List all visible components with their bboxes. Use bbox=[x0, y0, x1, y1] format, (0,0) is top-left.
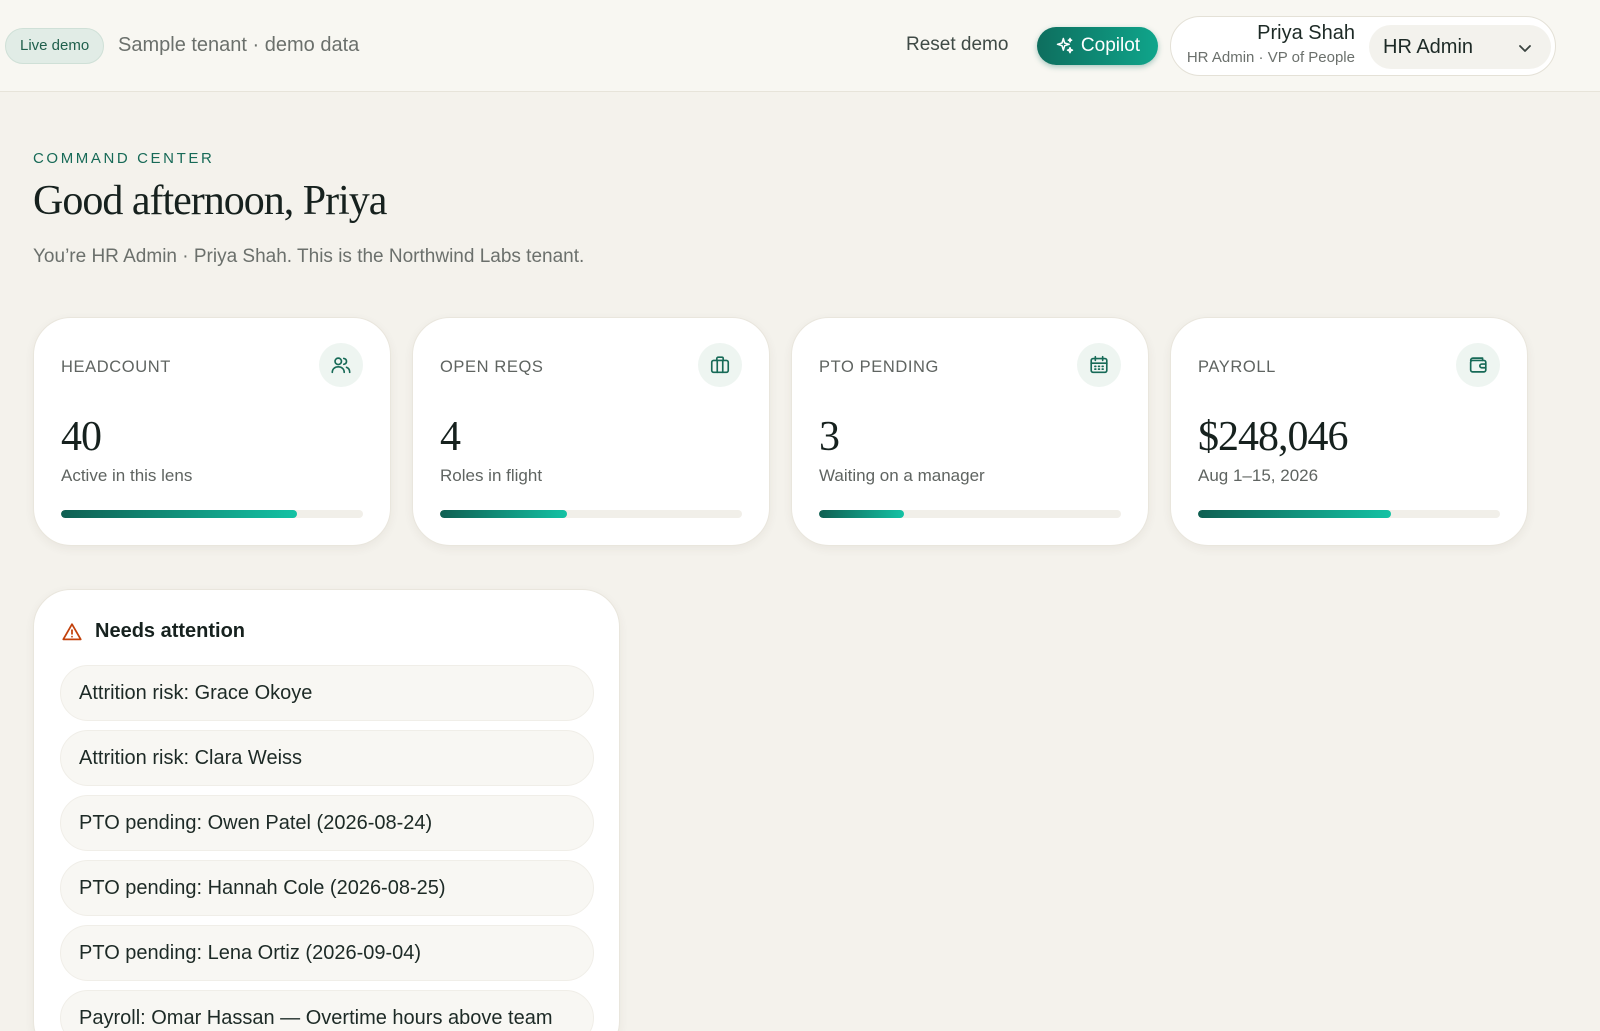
role-select-value: HR Admin bbox=[1383, 36, 1474, 58]
kpi-value: $248,046 bbox=[1198, 414, 1348, 460]
attention-item[interactable]: PTO pending: Owen Patel (2026-08-24) bbox=[60, 795, 594, 851]
attention-list: Attrition risk: Grace Okoye Attrition ri… bbox=[60, 665, 594, 1031]
page-subtitle: You’re HR Admin · Priya Shah. This is th… bbox=[33, 246, 585, 267]
live-demo-badge: Live demo bbox=[5, 28, 105, 64]
needs-attention-header: Needs attention bbox=[61, 620, 245, 643]
needs-attention-panel: Needs attention Attrition risk: Grace Ok… bbox=[33, 589, 620, 1031]
attention-item[interactable]: PTO pending: Lena Ortiz (2026-09-04) bbox=[60, 925, 594, 981]
wallet-icon bbox=[1456, 343, 1500, 387]
kpi-caption: Roles in flight bbox=[440, 466, 543, 485]
copilot-label: Copilot bbox=[1080, 35, 1141, 56]
attention-item[interactable]: Payroll: Omar Hassan — Overtime hours ab… bbox=[60, 990, 594, 1031]
tenant-label: Sample tenant · demo data bbox=[118, 34, 360, 56]
kpi-value: 4 bbox=[440, 414, 461, 460]
user-name: Priya Shah bbox=[1257, 22, 1355, 44]
kpi-card-pto-pending: PTO PENDING 3 Waiting on a manager bbox=[791, 317, 1149, 546]
kpi-label: HEADCOUNT bbox=[61, 358, 171, 376]
kpi-progress-bar bbox=[61, 510, 363, 518]
attention-item[interactable]: Attrition risk: Clara Weiss bbox=[60, 730, 594, 786]
user-role: HR Admin · VP of People bbox=[1186, 49, 1355, 66]
kpi-label: OPEN REQS bbox=[440, 358, 544, 376]
section-eyebrow: COMMAND CENTER bbox=[33, 150, 215, 167]
kpi-progress-bar bbox=[1198, 510, 1500, 518]
needs-attention-title: Needs attention bbox=[95, 620, 246, 642]
kpi-progress-bar bbox=[819, 510, 1121, 518]
kpi-card-headcount: HEADCOUNT 40 Active in this lens bbox=[33, 317, 391, 546]
kpi-label: PAYROLL bbox=[1198, 358, 1276, 376]
kpi-caption: Aug 1–15, 2026 bbox=[1198, 466, 1319, 485]
kpi-caption: Waiting on a manager bbox=[819, 466, 985, 485]
kpi-progress-fill bbox=[440, 510, 567, 518]
attention-item[interactable]: PTO pending: Hannah Cole (2026-08-25) bbox=[60, 860, 594, 916]
kpi-value: 40 bbox=[61, 414, 102, 460]
kpi-card-open-reqs: OPEN REQS 4 Roles in flight bbox=[412, 317, 770, 546]
warning-icon bbox=[62, 622, 82, 640]
top-bar: Live demo Sample tenant · demo data Rese… bbox=[0, 0, 1600, 92]
chevron-down-icon bbox=[1519, 45, 1531, 52]
kpi-card-payroll: PAYROLL $248,046 Aug 1–15, 2026 bbox=[1170, 317, 1528, 546]
calendar-icon bbox=[1077, 343, 1121, 387]
briefcase-icon bbox=[698, 343, 742, 387]
users-icon bbox=[319, 343, 363, 387]
page-title: Good afternoon, Priya bbox=[33, 178, 387, 224]
kpi-progress-fill bbox=[1198, 510, 1392, 518]
reset-demo-button[interactable]: Reset demo bbox=[906, 34, 1008, 56]
kpi-progress-fill bbox=[61, 510, 297, 518]
kpi-progress-bar bbox=[440, 510, 742, 518]
user-switcher: Priya Shah HR Admin · VP of People HR Ad… bbox=[1170, 16, 1556, 76]
kpi-caption: Active in this lens bbox=[61, 466, 193, 485]
kpi-progress-fill bbox=[819, 510, 904, 518]
copilot-button[interactable]: Copilot bbox=[1037, 27, 1158, 65]
sparkles-icon bbox=[1056, 37, 1074, 54]
attention-item[interactable]: Attrition risk: Grace Okoye bbox=[60, 665, 594, 721]
role-select[interactable]: HR Admin bbox=[1369, 25, 1551, 69]
kpi-value: 3 bbox=[819, 414, 840, 460]
kpi-label: PTO PENDING bbox=[819, 358, 939, 376]
